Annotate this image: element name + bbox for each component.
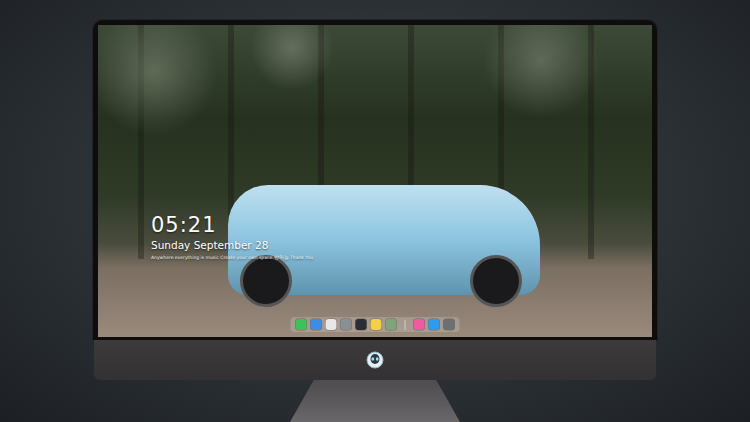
dock [291, 317, 460, 332]
clock-widget: 05:21 Sunday September 28 Anywhere everyth… [151, 213, 313, 261]
clock-caption: Anywhere everything is music Create your… [151, 254, 313, 261]
wallpaper-car [228, 185, 540, 295]
app-icon[interactable] [414, 319, 425, 330]
monitor-stand [290, 380, 460, 422]
logo-icon [366, 351, 384, 369]
app-icon[interactable] [311, 319, 322, 330]
app-icon[interactable] [341, 319, 352, 330]
dock-separator [405, 320, 406, 330]
screen: 05:21 Sunday September 28 Anywhere everyth… [98, 25, 652, 337]
app-icon[interactable] [356, 319, 367, 330]
app-icon[interactable] [429, 319, 440, 330]
app-icon[interactable] [444, 319, 455, 330]
monitor-chin [94, 340, 656, 380]
app-icon[interactable] [326, 319, 337, 330]
app-icon[interactable] [296, 319, 307, 330]
car-wheel [240, 255, 292, 307]
clock-time: 05:21 [151, 213, 313, 237]
app-icon[interactable] [371, 319, 382, 330]
monitor: 05:21 Sunday September 28 Anywhere everyth… [93, 20, 657, 422]
monitor-bezel: 05:21 Sunday September 28 Anywhere everyth… [93, 20, 657, 340]
app-icon[interactable] [386, 319, 397, 330]
car-wheel [470, 255, 522, 307]
clock-date: Sunday September 28 [151, 239, 313, 252]
